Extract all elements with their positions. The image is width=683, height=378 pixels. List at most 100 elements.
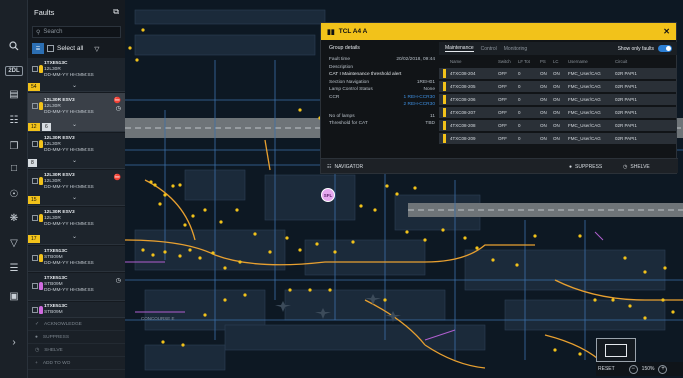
zoom-in-button[interactable]: +: [658, 364, 668, 374]
lamp-icon: [39, 214, 43, 222]
table-row[interactable]: 4TXC08-206 OFF 0 ON ON FMC_User/CAG 02R PAPI1: [439, 94, 677, 105]
search-icon[interactable]: [4, 38, 24, 54]
lamp-table-header: Name Switch LF Tot PS LC Username Circui…: [439, 57, 677, 66]
chevron-down-icon[interactable]: ⌄: [72, 157, 77, 164]
detail-value: TBD: [425, 121, 435, 127]
filter-icon[interactable]: ▽: [94, 45, 99, 53]
chevron-down-icon[interactable]: ⌄: [72, 82, 77, 89]
hierarchy-icon[interactable]: ☷: [4, 112, 24, 128]
cell-username: FMC_User/CAG: [568, 71, 601, 76]
shelve-button[interactable]: ◷ SHELVE: [623, 162, 650, 171]
suppress-button[interactable]: ● SUPPRESS: [28, 331, 125, 344]
chevron-down-icon[interactable]: ⌄: [72, 233, 77, 240]
fault-actions: ✓ ACKNOWLEDGE ● SUPPRESS ◷ SHELVE + ADD TO W…: [28, 318, 125, 378]
table-row[interactable]: 4TXC08-205 OFF 0 ON ON FMC_User/CAG 02R PAPI1: [439, 81, 677, 92]
fault-checkbox[interactable]: [32, 66, 38, 72]
cell-circuit: 02R PAPI1: [615, 97, 637, 102]
lamp-status-icon: [443, 121, 446, 130]
table-row[interactable]: 4TXC08-207 OFF 0 ON ON FMC_User/CAG 02R PAPI1: [439, 107, 677, 118]
cell-username: FMC_User/CAG: [568, 136, 601, 141]
lamp-icon: [39, 177, 43, 185]
fault-checkbox[interactable]: [32, 215, 38, 221]
cell-switch: OFF: [498, 136, 507, 141]
detail-value: None: [423, 87, 435, 93]
cell-lc: ON: [553, 136, 560, 141]
fault-checkbox[interactable]: [32, 103, 38, 109]
fault-item[interactable]: 1TXE513C STB09M DD-MM-YY HH:MM:SS ◷: [28, 273, 125, 301]
minimap[interactable]: [596, 338, 636, 362]
table-row[interactable]: 4TXC08-208 OFF 0 ON ON FMC_User/CAG 02R PAPI1: [439, 120, 677, 131]
sfl-marker[interactable]: SFL: [321, 188, 335, 202]
list-view-button[interactable]: ☰: [32, 43, 44, 54]
expand-icon[interactable]: ›: [4, 334, 24, 350]
settings-icon[interactable]: ❋: [4, 210, 24, 226]
fault-time: DD-MM-YY HH:MM:SS: [44, 110, 94, 115]
fault-title: 12L30R ESV3: [44, 173, 75, 178]
chevron-down-icon[interactable]: ⌄: [72, 121, 77, 128]
tab-monitoring[interactable]: Monitoring: [504, 46, 527, 52]
lamp-status-icon: [443, 69, 446, 78]
table-row[interactable]: 4TXC08-204 OFF 0 ON ON FMC_User/CAG 02R PAPI1: [439, 68, 677, 79]
fault-item[interactable]: 12L30R ESV3 12L30R DD-MM-YY HH:MM:SS ⛔ 1…: [28, 170, 125, 206]
ccr-link[interactable]: 2 REH-CCR30: [404, 102, 435, 107]
cell-name: 4TXC08-208: [450, 123, 476, 128]
zoom-out-button[interactable]: −: [628, 364, 638, 374]
reset-button[interactable]: RESET: [598, 366, 615, 372]
lamp-status-icon: [443, 108, 446, 117]
table-row[interactable]: 4TXC08-209 OFF 0 ON ON FMC_User/CAG 02R PAPI1: [439, 133, 677, 144]
chevron-down-icon[interactable]: ⌄: [72, 194, 77, 201]
fault-checkbox[interactable]: [32, 141, 38, 147]
report-icon[interactable]: ▤: [4, 86, 24, 102]
cell-switch: OFF: [498, 97, 507, 102]
tab-maintenance[interactable]: Maintenance: [445, 45, 474, 52]
fault-time: DD-MM-YY HH:MM:SS: [44, 288, 94, 293]
show-only-faults-toggle[interactable]: [658, 45, 672, 52]
fault-item[interactable]: 1TXE513C 12L30R DD-MM-YY HH:MM:SS 54 ⌄: [28, 58, 125, 92]
navigator-button[interactable]: ☷ NAVIGATOR: [327, 162, 363, 171]
shelve-button[interactable]: ◷ SHELVE: [28, 344, 125, 357]
fault-checkbox[interactable]: [32, 283, 38, 289]
sfl-marker-label: SFL: [323, 192, 333, 198]
popup-title: TCL A4 A: [338, 28, 368, 35]
list-icon[interactable]: ☰: [4, 260, 24, 276]
ccr-link[interactable]: 1 REH-CCR30: [404, 95, 435, 100]
fault-item[interactable]: 1TXE513C STB09M: [28, 302, 125, 318]
suppress-button[interactable]: ● SUPPRESS: [569, 162, 602, 171]
bulb-icon[interactable]: ☉: [4, 186, 24, 202]
cell-circuit: 02R PAPI1: [615, 71, 637, 76]
count-badge: 15: [28, 196, 40, 204]
acknowledge-label: ACKNOWLEDGE: [44, 321, 82, 327]
lamp-icon: [39, 140, 43, 148]
cell-lc: ON: [553, 110, 560, 115]
cell-ps: ON: [540, 110, 547, 115]
lamp-icon: [39, 65, 43, 73]
fault-item[interactable]: 12L30R ESV3 12L30R DD-MM-YY HH:MM:SS 17 …: [28, 207, 125, 245]
tab-control[interactable]: Control: [481, 46, 497, 52]
view-2d-icon[interactable]: 2DL: [5, 66, 23, 76]
fault-item[interactable]: 12L30R ESV3 12L30R DD-MM-YY HH:MM:SS 8 ⌄: [28, 133, 125, 169]
acknowledge-button[interactable]: ✓ ACKNOWLEDGE: [28, 318, 125, 331]
select-all-label[interactable]: Select all: [57, 45, 83, 52]
fault-checkbox[interactable]: [32, 307, 38, 313]
popout-icon[interactable]: ⧉: [113, 7, 119, 17]
detail-label: Fault time: [329, 57, 351, 63]
block-icon: ⛔: [113, 175, 121, 181]
fault-checkbox[interactable]: [32, 255, 38, 261]
camera-icon[interactable]: ▣: [4, 288, 24, 304]
cell-username: FMC_User/CAG: [568, 110, 601, 115]
group-details: Group details Fault time 20/02/2018, 09:4…: [329, 45, 435, 128]
close-icon[interactable]: ✕: [663, 27, 670, 36]
select-all-checkbox[interactable]: [47, 45, 54, 52]
fault-item[interactable]: 1TXE513C STB09M DD-MM-YY HH:MM:SS: [28, 246, 125, 272]
minimap-viewport[interactable]: [605, 344, 627, 357]
navigator-icon: ☷: [327, 163, 332, 170]
search-input[interactable]: ⚲ Search: [32, 26, 121, 38]
cell-ps: ON: [540, 123, 547, 128]
select-row: ☰ Select all ▽: [28, 40, 125, 57]
fault-item-selected[interactable]: 12L30R ESV3 12L30R DD-MM-YY HH:MM:SS ⛔ ◷…: [28, 93, 125, 132]
fault-checkbox[interactable]: [32, 178, 38, 184]
add-to-wo-button[interactable]: + ADD TO WO: [28, 357, 125, 370]
filter-icon[interactable]: ▽: [4, 235, 24, 251]
page-icon[interactable]: □: [4, 160, 24, 176]
documents-icon[interactable]: ❐: [4, 138, 24, 154]
